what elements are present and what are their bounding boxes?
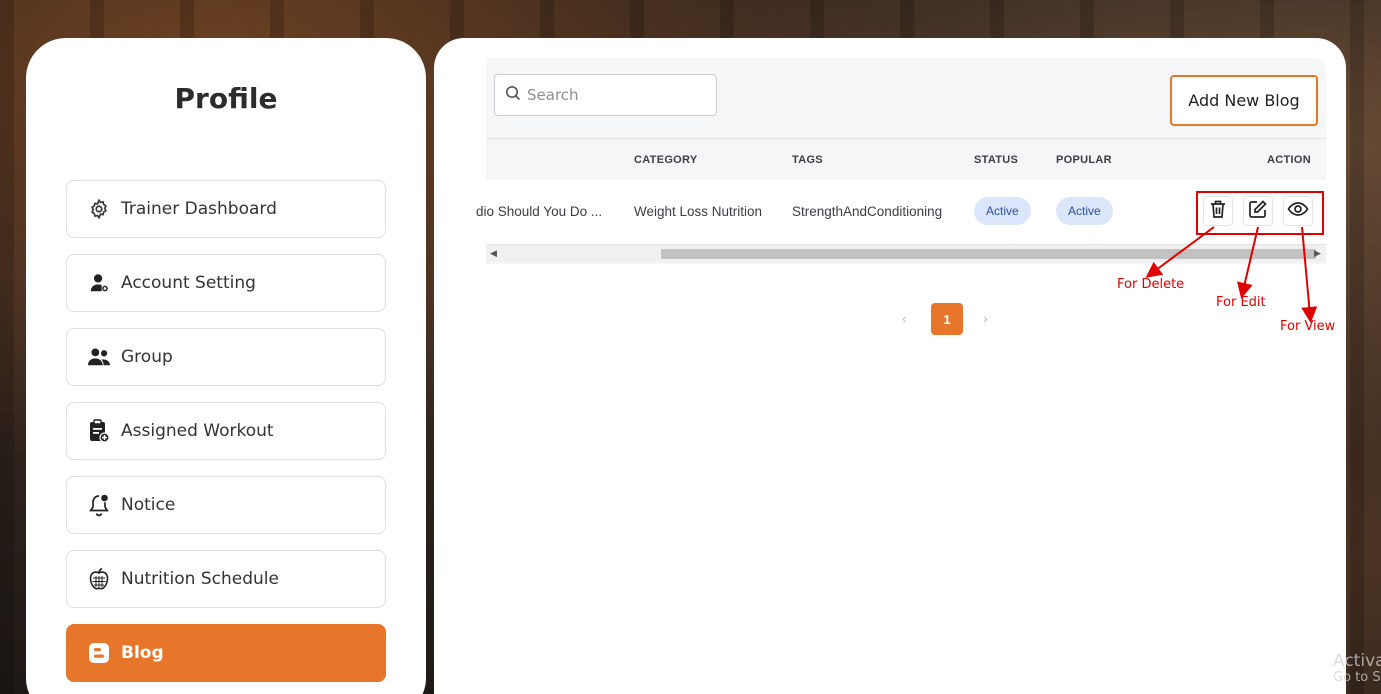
arrow-delete [1145, 226, 1215, 278]
activate-windows-watermark: Activate Windows Go to Settings to activ… [1333, 652, 1381, 685]
arrow-edit [1237, 226, 1259, 299]
annotation-for-edit: For Edit [1216, 295, 1266, 310]
annotation-for-view: For View [1280, 319, 1336, 334]
annotation-for-delete: For Delete [1117, 277, 1185, 292]
arrow-view [1301, 226, 1318, 323]
annotation-arrows [1145, 226, 1318, 323]
